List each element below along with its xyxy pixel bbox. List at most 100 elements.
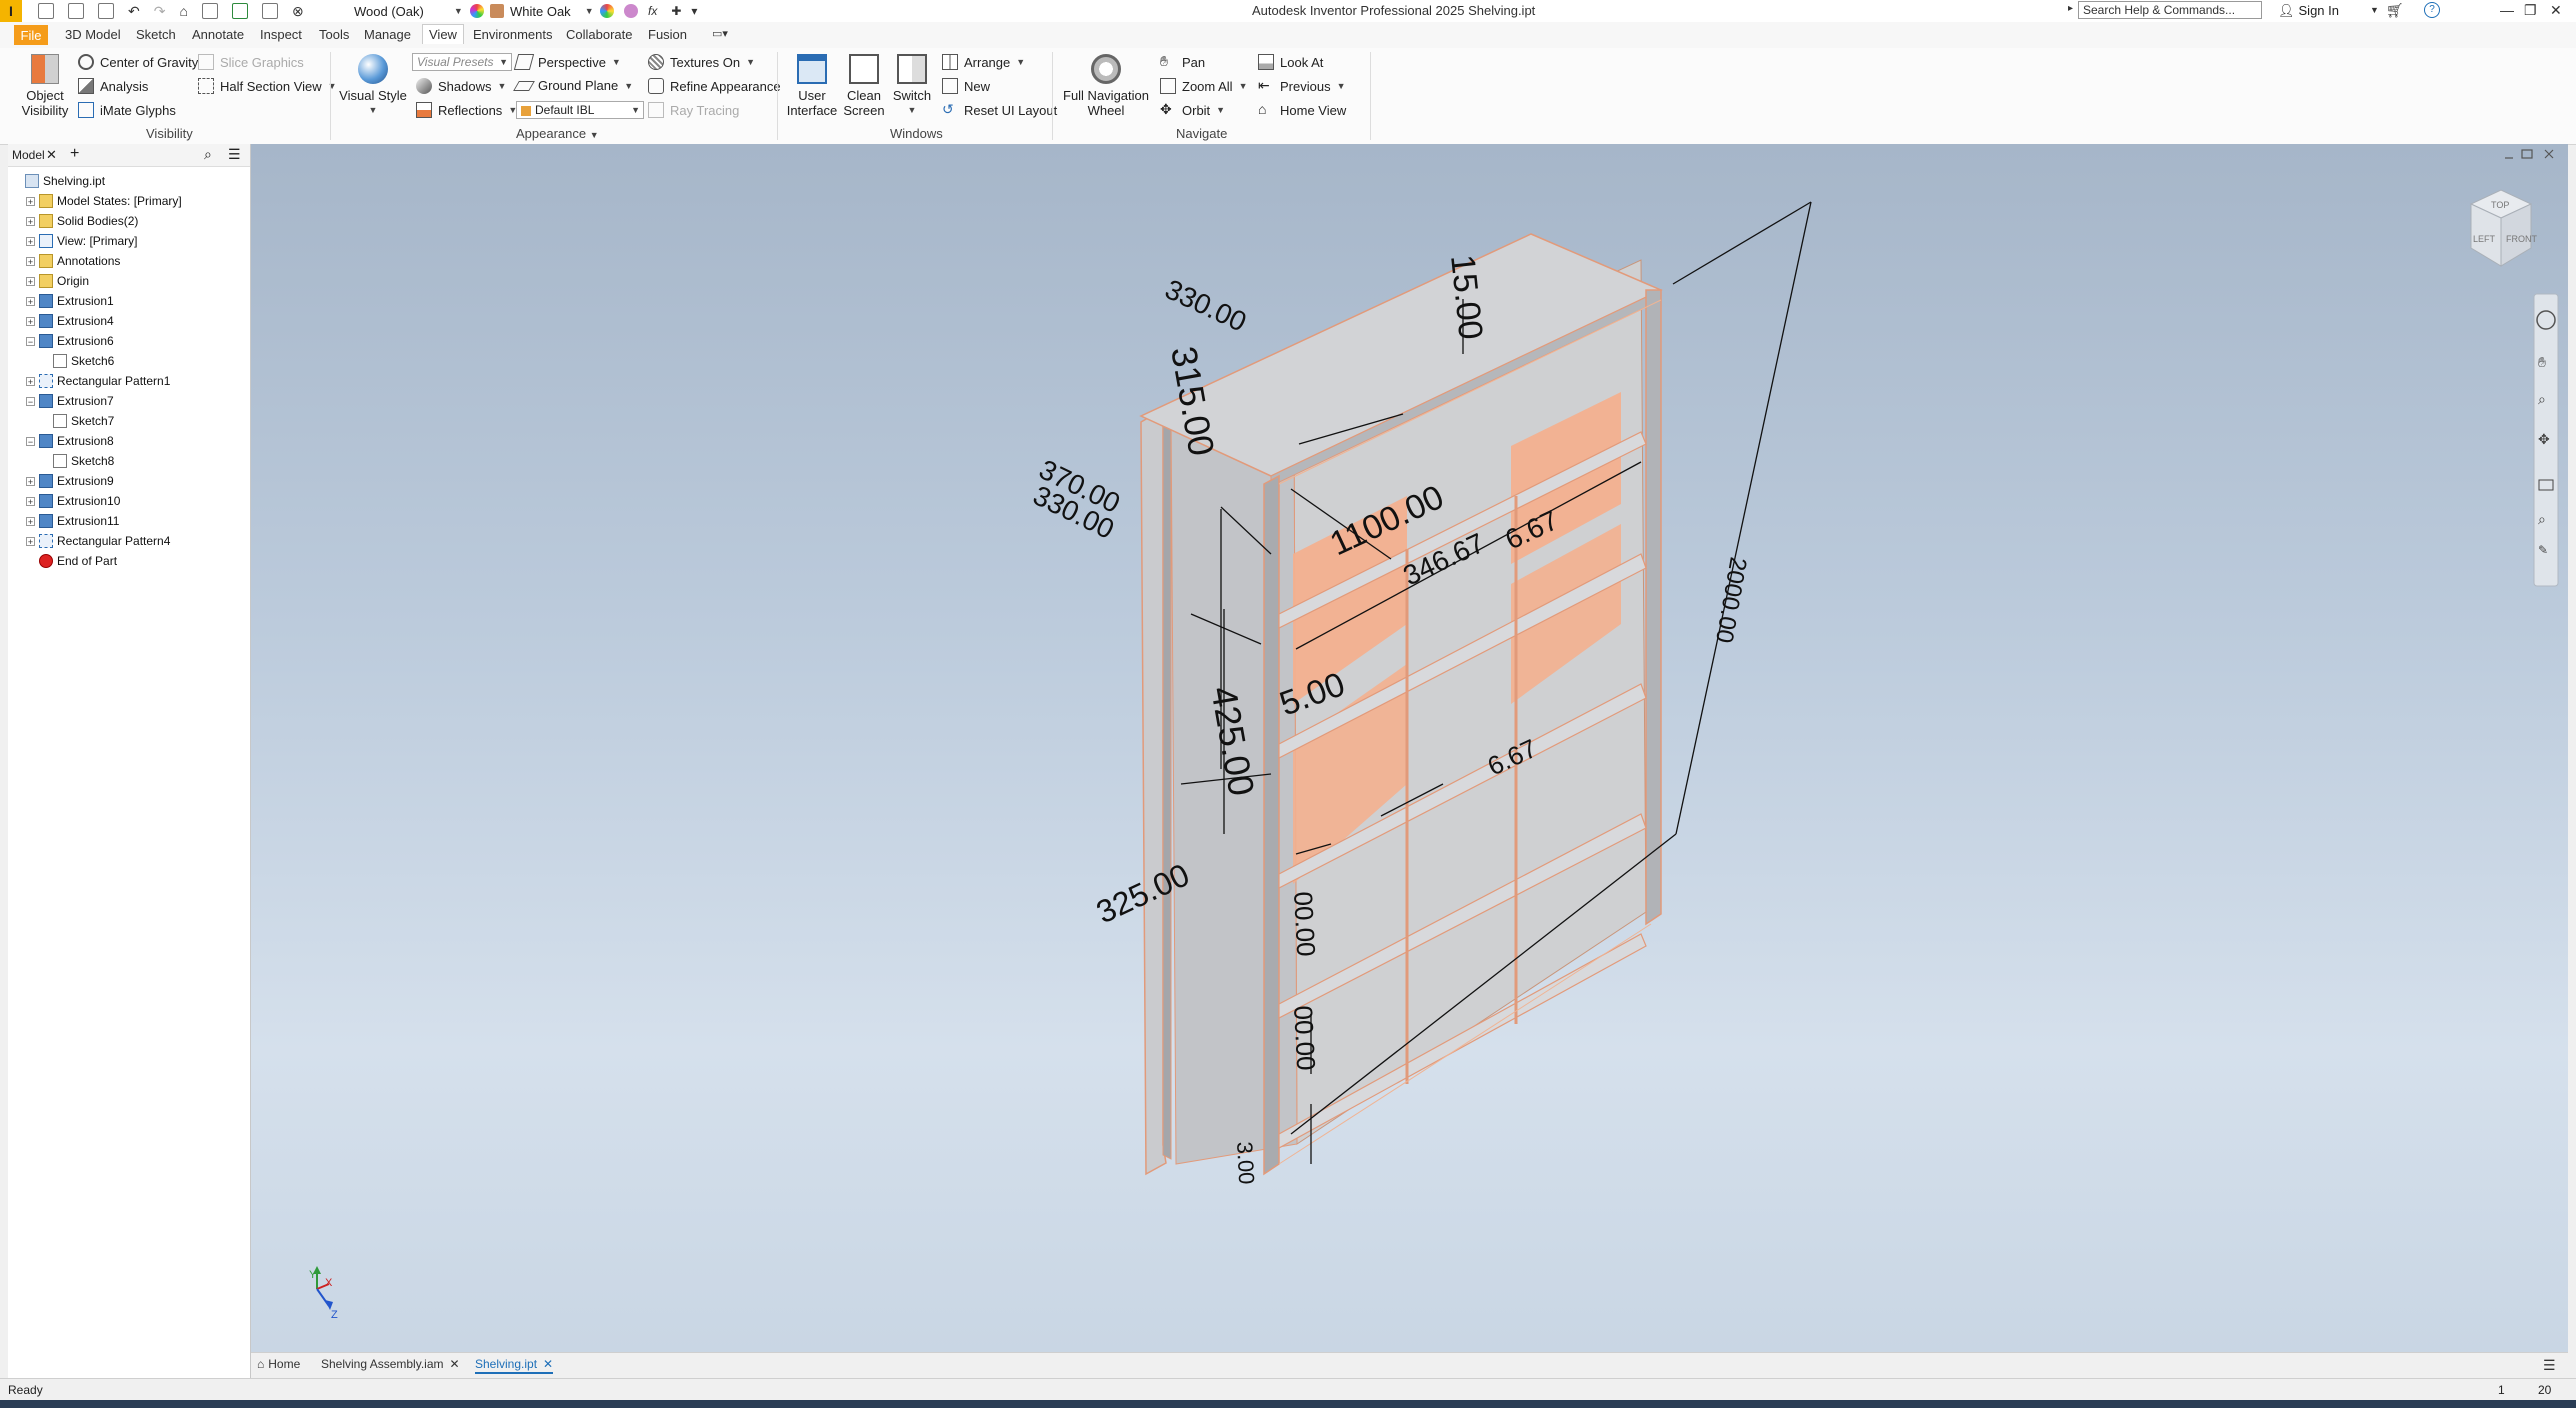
search-icon[interactable]: ⌕ — [204, 146, 212, 163]
tab-shelving-part[interactable]: Shelving.ipt ✕ — [475, 1357, 554, 1374]
tree-item[interactable]: − Extrusion7 — [26, 392, 114, 410]
sign-in-button[interactable]: 👤︎ Sign In — [2278, 3, 2339, 19]
previous-view-button[interactable]: ⇤ Previous ▼ — [1258, 78, 1346, 94]
switch-button[interactable]: Switch ▼ — [888, 54, 936, 118]
ground-plane-button[interactable]: Ground Plane ▼ — [513, 78, 633, 93]
redo-icon[interactable]: ↷ — [154, 3, 166, 20]
viewcube[interactable]: TOP LEFT FRONT — [2469, 189, 2537, 267]
help-icon[interactable]: ? — [2424, 2, 2440, 18]
expand-icon[interactable]: + — [26, 236, 35, 246]
tree-item[interactable]: + Extrusion9 — [26, 472, 114, 490]
close-icon[interactable]: ✕ — [543, 1357, 553, 1371]
minimize-icon[interactable]: — — [2500, 2, 2514, 18]
open-file-icon[interactable] — [68, 3, 84, 19]
visual-presets-select[interactable]: Visual Presets ▼ — [412, 53, 512, 71]
tree-item[interactable]: − Extrusion8 — [26, 432, 114, 450]
model-tab-label[interactable]: Model — [12, 148, 45, 162]
tree-item[interactable]: + Annotations — [26, 252, 120, 270]
undo-icon[interactable]: ↶ — [128, 3, 140, 20]
object-visibility-button[interactable]: Object Visibility — [18, 54, 72, 118]
collapse-icon[interactable]: − — [26, 396, 35, 406]
material-selector[interactable]: Wood (Oak) ▼ — [354, 3, 463, 19]
home-view-button[interactable]: ⌂ Home View — [1258, 102, 1346, 118]
parameters-icon[interactable]: fx — [648, 4, 657, 18]
chevron-right-icon[interactable]: ▸ — [2068, 3, 2073, 14]
tree-item[interactable]: + Origin — [26, 272, 89, 290]
tab-file[interactable]: File — [14, 25, 48, 45]
reflections-button[interactable]: Reflections ▼ — [416, 102, 517, 118]
cancel-circle-icon[interactable]: ⊗ — [292, 3, 304, 20]
chevron-down-icon[interactable]: ▼ — [590, 130, 599, 140]
tree-item[interactable]: + Extrusion10 — [26, 492, 120, 510]
tab-collaborate[interactable]: Collaborate — [566, 27, 633, 42]
expand-icon[interactable]: + — [26, 376, 35, 386]
collapse-icon[interactable]: − — [26, 436, 35, 446]
expand-icon[interactable]: + — [26, 216, 35, 226]
close-icon[interactable]: ✕ — [46, 147, 57, 163]
pan-button[interactable]: ✋︎ Pan — [1160, 54, 1205, 70]
clear-appearance-icon[interactable] — [624, 4, 638, 18]
tab-sketch[interactable]: Sketch — [136, 27, 176, 42]
tab-menu-icon[interactable]: ☰ — [2543, 1357, 2556, 1374]
tab-fusion[interactable]: Fusion — [648, 27, 687, 42]
look-at-button[interactable]: Look At — [1258, 54, 1323, 70]
close-icon[interactable]: ✕ — [2550, 2, 2562, 19]
pan-hand-icon[interactable]: ✋︎ — [2538, 354, 2546, 370]
ray-tracing-button[interactable]: Ray Tracing — [648, 102, 739, 118]
arrange-button[interactable]: Arrange ▼ — [942, 54, 1025, 70]
inventor-logo[interactable]: I — [0, 0, 22, 22]
update-icon[interactable] — [201, 3, 218, 19]
tree-item[interactable]: − Extrusion6 — [26, 332, 114, 350]
home-icon[interactable]: ⌂ — [179, 3, 187, 19]
tree-item[interactable]: + Extrusion4 — [26, 312, 114, 330]
expand-icon[interactable]: + — [26, 316, 35, 326]
full-navigation-wheel-button[interactable]: Full Navigation Wheel — [1062, 54, 1150, 118]
expand-icon[interactable]: + — [26, 196, 35, 206]
perspective-button[interactable]: Perspective ▼ — [513, 54, 621, 70]
customize-icon[interactable]: ▾ — [691, 4, 697, 18]
tree-item[interactable]: End of Part — [26, 552, 117, 570]
tab-inspect[interactable]: Inspect — [260, 27, 302, 42]
tree-item[interactable]: + Rectangular Pattern4 — [26, 532, 170, 550]
expand-icon[interactable]: + — [26, 276, 35, 286]
collapse-icon[interactable]: − — [26, 336, 35, 346]
save-icon[interactable] — [98, 3, 114, 19]
tree-item[interactable]: + Extrusion11 — [26, 512, 119, 530]
zoom-icon[interactable]: ⌕ — [2538, 391, 2546, 407]
tab-view[interactable]: View — [422, 24, 464, 44]
ibl-select[interactable]: Default IBL ▼ — [516, 101, 644, 119]
analysis-button[interactable]: Analysis — [78, 78, 148, 94]
expand-icon[interactable]: + — [26, 476, 35, 486]
expand-icon[interactable]: + — [26, 496, 35, 506]
textures-on-button[interactable]: Textures On ▼ — [648, 54, 755, 70]
reset-ui-layout-button[interactable]: ↺ Reset UI Layout — [942, 102, 1057, 118]
refine-appearance-button[interactable]: Refine Appearance — [648, 78, 781, 94]
new-window-button[interactable]: New — [942, 78, 990, 94]
zoom-all-icon[interactable]: ⌕ — [2538, 511, 2546, 527]
cart-icon[interactable]: 🛒︎ — [2386, 2, 2404, 19]
tree-item[interactable]: + Extrusion1 — [26, 292, 114, 310]
adjust-icon[interactable] — [600, 4, 614, 18]
select-icon[interactable] — [231, 3, 248, 19]
user-interface-button[interactable]: User Interface — [786, 54, 838, 118]
search-input[interactable]: Search Help & Commands... — [2078, 1, 2262, 19]
tab-home[interactable]: ⌂ Home — [257, 1357, 300, 1371]
zoom-all-button[interactable]: Zoom All ▼ — [1160, 78, 1248, 94]
tree-item[interactable]: + View: [Primary] — [26, 232, 137, 250]
half-section-view-button[interactable]: Half Section View ▼ — [198, 78, 337, 94]
menu-icon[interactable]: ☰ — [228, 146, 241, 163]
expand-icon[interactable]: + — [26, 296, 35, 306]
tab-3d-model[interactable]: 3D Model — [65, 27, 121, 42]
clean-screen-button[interactable]: Clean Screen — [840, 54, 888, 118]
tab-environments[interactable]: Environments — [473, 27, 552, 42]
tree-item[interactable]: + Model States: [Primary] — [26, 192, 182, 210]
camera-dropdown-icon[interactable]: ▭▾ — [712, 27, 728, 40]
tree-item[interactable]: Sketch6 — [40, 352, 114, 370]
tree-item[interactable]: + Rectangular Pattern1 — [26, 372, 170, 390]
slice-graphics-button[interactable]: Slice Graphics — [198, 54, 304, 70]
plus-icon[interactable]: ✚ — [671, 4, 681, 18]
imate-glyphs-button[interactable]: iMate Glyphs — [78, 102, 176, 118]
measure-icon[interactable] — [261, 3, 278, 19]
expand-icon[interactable]: + — [26, 516, 35, 526]
tab-shelving-assembly[interactable]: Shelving Assembly.iam ✕ — [321, 1357, 460, 1371]
